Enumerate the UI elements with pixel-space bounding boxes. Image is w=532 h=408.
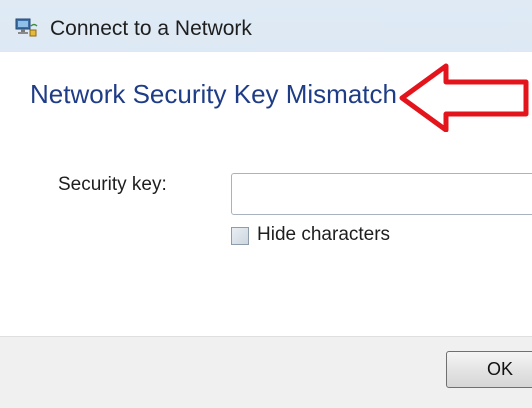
security-key-input[interactable] bbox=[231, 173, 532, 215]
security-key-label: Security key: bbox=[58, 174, 167, 195]
page-title: Network Security Key Mismatch bbox=[30, 79, 397, 109]
dialog-window: Connect to a Network Network Security Ke… bbox=[0, 0, 532, 408]
red-arrow-icon bbox=[399, 63, 529, 132]
ok-button[interactable]: OK bbox=[446, 351, 532, 388]
dialog-content: Network Security Key Mismatch Security k… bbox=[0, 52, 532, 336]
title-bar: Connect to a Network bbox=[0, 0, 532, 52]
button-bar: OK bbox=[0, 336, 532, 408]
network-icon bbox=[14, 16, 38, 40]
hide-characters-checkbox[interactable] bbox=[231, 227, 249, 245]
hide-characters-label[interactable]: Hide characters bbox=[257, 224, 390, 246]
window-title: Connect to a Network bbox=[50, 17, 252, 40]
